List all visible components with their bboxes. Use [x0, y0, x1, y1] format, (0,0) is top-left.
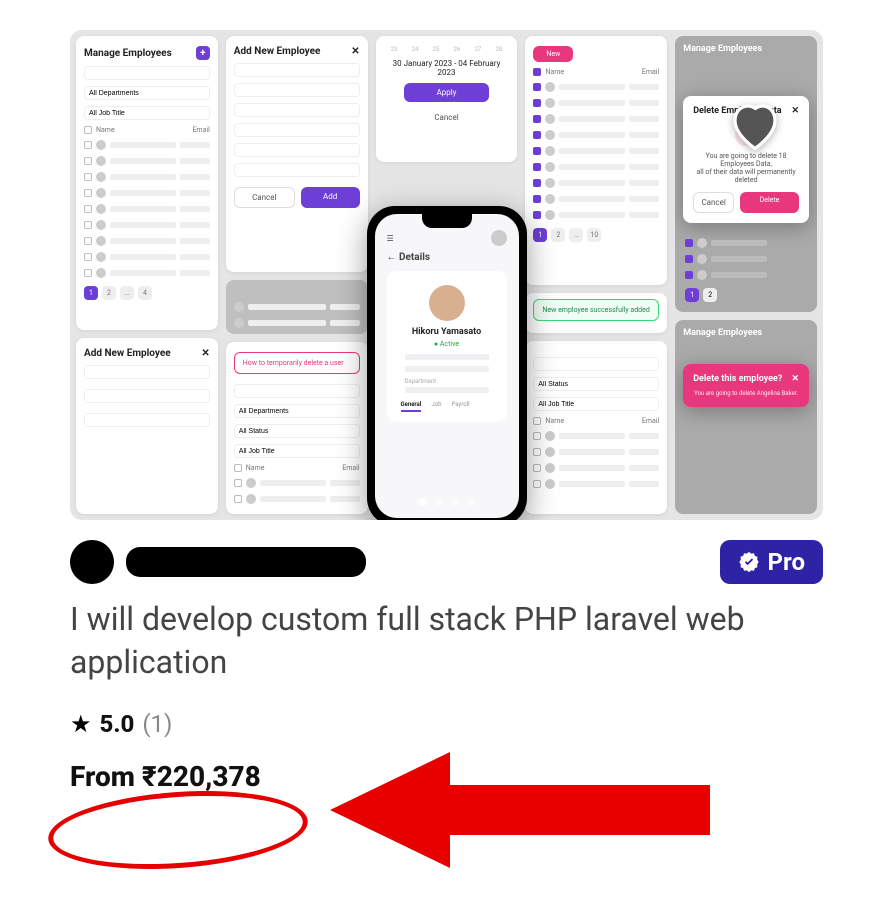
apply-button: Apply	[404, 83, 490, 102]
add-employee-title2: Add New Employee	[234, 46, 321, 57]
carousel-dots[interactable]	[419, 498, 475, 506]
plus-icon: +	[196, 46, 210, 60]
filter-mock	[84, 86, 210, 100]
close-icon: ✕	[201, 348, 209, 359]
verified-icon	[738, 551, 760, 573]
search-mock	[84, 66, 210, 80]
modal-text: all of their data will permanently delet…	[693, 168, 799, 184]
employee-name: Hikoru Yamasato	[397, 327, 497, 337]
input-mock	[234, 163, 360, 177]
star-icon: ★	[70, 710, 92, 738]
seller-avatar[interactable]	[70, 540, 114, 584]
phone-details: Details	[399, 252, 430, 263]
cancel-button: Cancel	[234, 187, 295, 208]
annotation-arrow	[330, 740, 720, 880]
seller-row: Pro	[70, 540, 823, 584]
input-mock	[533, 397, 659, 411]
seller-name-redacted[interactable]	[126, 547, 366, 577]
input-mock	[234, 424, 360, 438]
calendar-range: 30 January 2023 - 04 February 2023	[384, 59, 510, 77]
add-employee-title: Add New Employee	[84, 348, 171, 359]
delete-button: Delete	[740, 192, 799, 213]
rating-row[interactable]: ★ 5.0 (1)	[70, 710, 823, 738]
input-mock	[84, 389, 210, 403]
input-mock	[234, 404, 360, 418]
rating-count: (1)	[142, 710, 172, 738]
gig-cover-image[interactable]: Manage Employees+ NameEmail 12…4 Add New…	[70, 30, 823, 520]
input-mock	[234, 384, 360, 398]
filter-mock	[84, 106, 210, 120]
gig-title[interactable]: I will develop custom full stack PHP lar…	[70, 598, 823, 684]
input-mock	[234, 83, 360, 97]
alert-pink: How to temporarily delete a user	[234, 352, 360, 374]
avatar-icon	[491, 230, 507, 246]
add-button: Add	[301, 187, 360, 208]
input-mock	[84, 365, 210, 379]
alert-green: New employee successfully added	[533, 299, 659, 321]
close-icon: ✕	[791, 106, 799, 116]
manage-employees-title: Manage Employees	[84, 48, 172, 59]
price-label: From ₹220,378	[70, 760, 261, 793]
close-icon: ✕	[351, 46, 359, 57]
input-mock	[234, 143, 360, 157]
menu-icon: ☰	[387, 234, 394, 243]
input-mock	[533, 377, 659, 391]
close-icon: ✕	[791, 374, 799, 384]
favorite-heart-icon[interactable]	[721, 92, 789, 160]
cancel-button2: Cancel	[404, 108, 490, 127]
input-mock	[234, 103, 360, 117]
delete-q: Delete this employee?	[693, 374, 782, 384]
input-mock	[234, 63, 360, 77]
input-mock	[84, 413, 210, 427]
annotation-circle	[46, 783, 311, 877]
cancel-button: Cancel	[693, 192, 734, 213]
pro-label: Pro	[768, 548, 805, 576]
input-mock	[234, 123, 360, 137]
rating-score: 5.0	[100, 710, 135, 738]
input-mock	[533, 357, 659, 371]
input-mock	[234, 444, 360, 458]
phone-mockup: ☰ ← Details Hikoru Yamasato ● Active Dep…	[367, 206, 527, 520]
pro-badge: Pro	[720, 540, 823, 584]
employee-avatar	[429, 285, 465, 321]
